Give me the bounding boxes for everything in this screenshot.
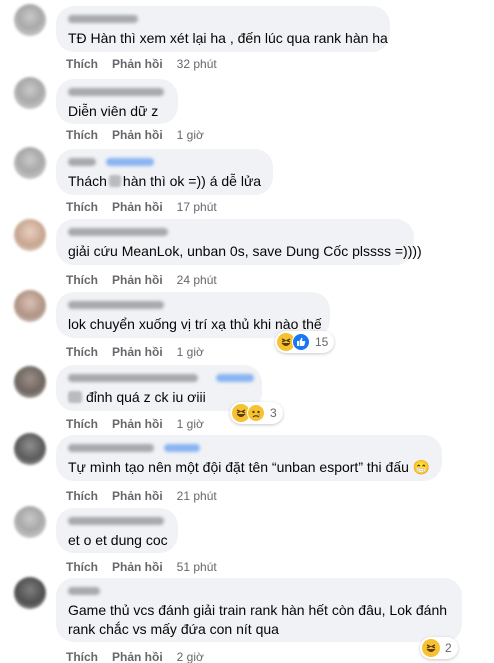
author-name-redacted[interactable] <box>68 87 166 98</box>
like-button[interactable]: Thích <box>66 273 98 287</box>
comment-bubble: Thách hàn thì ok =)) á dễ lửa <box>56 149 273 195</box>
timestamp[interactable]: 51 phút <box>177 560 217 574</box>
author-name-redacted[interactable] <box>68 14 378 25</box>
reaction-count: 15 <box>315 335 329 349</box>
like-reaction-icon <box>292 333 310 351</box>
comment-text: TĐ Hàn thì xem xét lại ha , đến lúc qua … <box>68 30 388 46</box>
comment-bubble: Tự mình tạo nên một đội đặt tên “unban e… <box>56 435 442 481</box>
reply-button[interactable]: Phản hồi <box>112 345 163 359</box>
like-button[interactable]: Thích <box>66 345 98 359</box>
author-name-redacted[interactable] <box>68 227 402 238</box>
author-name-redacted[interactable] <box>68 300 318 311</box>
comment-bubble: giải cứu MeanLok, unban 0s, save Dung Cố… <box>56 219 422 265</box>
comment-text: Diễn viên dữ z <box>68 103 159 119</box>
reaction-count: 2 <box>445 641 452 655</box>
comment-bubble: TĐ Hàn thì xem xét lại ha , đến lúc qua … <box>56 6 390 52</box>
haha-reaction-icon <box>422 639 440 657</box>
redacted-word <box>68 391 82 403</box>
comment-actions: Thích Phản hồi 17 phút <box>66 200 231 214</box>
comment-actions: Thích Phản hồi 1 giờ <box>66 128 218 142</box>
comment-text: Tự mình tạo nên một đội đặt tên “unban e… <box>68 459 431 475</box>
comment-text: giải cứu MeanLok, unban 0s, save Dung Cố… <box>68 243 422 259</box>
avatar[interactable] <box>14 219 46 251</box>
like-button[interactable]: Thích <box>66 128 98 142</box>
like-button[interactable]: Thích <box>66 200 98 214</box>
sad-reaction-icon <box>247 404 265 422</box>
comment-actions: Thích Phản hồi 2 giờ <box>66 650 218 663</box>
reaction-summary[interactable]: 3 <box>230 402 283 424</box>
timestamp[interactable]: 32 phút <box>177 57 217 71</box>
reply-button[interactable]: Phản hồi <box>112 650 163 663</box>
comment-actions: Thích Phản hồi 1 giờ <box>66 417 218 431</box>
comment-text-line-1: Game thủ vcs đánh giải train rank hàn hế… <box>68 602 448 618</box>
comment-actions: Thích Phản hồi 32 phút <box>66 57 231 71</box>
like-button[interactable]: Thích <box>66 560 98 574</box>
comment-text-end: hàn thì ok =)) á dễ lửa <box>122 173 262 189</box>
reaction-summary[interactable]: 2 <box>420 637 458 659</box>
like-button[interactable]: Thích <box>66 650 98 663</box>
reaction-count: 3 <box>270 406 277 420</box>
avatar[interactable] <box>14 577 46 609</box>
avatar[interactable] <box>14 4 46 36</box>
author-name-redacted[interactable] <box>68 443 430 454</box>
author-name-redacted[interactable] <box>68 373 254 384</box>
comment-actions: Thích Phản hồi 21 phút <box>66 489 231 503</box>
author-name-redacted[interactable] <box>68 516 166 527</box>
avatar[interactable] <box>14 433 46 465</box>
comment-bubble: đỉnh quá z ck iu ơiii <box>56 365 262 411</box>
timestamp[interactable]: 17 phút <box>177 200 217 214</box>
avatar[interactable] <box>14 366 46 398</box>
redacted-word <box>108 175 121 187</box>
timestamp[interactable]: 1 giờ <box>177 345 204 359</box>
comment-text-start: Thách <box>68 173 107 189</box>
timestamp[interactable]: 24 phút <box>177 273 217 287</box>
reply-button[interactable]: Phản hồi <box>112 489 163 503</box>
reply-button[interactable]: Phản hồi <box>112 57 163 71</box>
comment-actions: Thích Phản hồi 24 phút <box>66 273 231 287</box>
reaction-summary[interactable]: 15 <box>275 331 335 353</box>
reply-button[interactable]: Phản hồi <box>112 560 163 574</box>
comment-text-body: đỉnh quá z ck iu ơiii <box>86 389 206 405</box>
comment-text: et o et dung coc <box>68 532 168 548</box>
reply-button[interactable]: Phản hồi <box>112 200 163 214</box>
comment-actions: Thích Phản hồi 1 giờ <box>66 345 218 359</box>
avatar[interactable] <box>14 290 46 322</box>
comment-text: Thách hàn thì ok =)) á dễ lửa <box>68 172 261 191</box>
comment-text: đỉnh quá z ck iu ơiii <box>68 388 250 407</box>
comment-bubble: et o et dung coc <box>56 508 178 553</box>
avatar[interactable] <box>14 506 46 538</box>
like-button[interactable]: Thích <box>66 57 98 71</box>
comment-bubble: Game thủ vcs đánh giải train rank hàn hế… <box>56 578 462 642</box>
avatar[interactable] <box>14 77 46 109</box>
comment-text-line-2: rank chắc vs mấy đứa con nít qua <box>68 621 279 637</box>
timestamp[interactable]: 1 giờ <box>177 417 204 431</box>
timestamp[interactable]: 21 phút <box>177 489 217 503</box>
comment-actions: Thích Phản hồi 51 phút <box>66 560 231 574</box>
avatar[interactable] <box>14 147 46 179</box>
timestamp[interactable]: 2 giờ <box>177 650 204 663</box>
comment-bubble: Diễn viên dữ z <box>56 79 178 124</box>
reply-button[interactable]: Phản hồi <box>112 417 163 431</box>
author-name-redacted[interactable] <box>68 157 261 168</box>
author-name-redacted[interactable] <box>68 586 450 597</box>
like-button[interactable]: Thích <box>66 489 98 503</box>
reply-button[interactable]: Phản hồi <box>112 128 163 142</box>
timestamp[interactable]: 1 giờ <box>177 128 204 142</box>
reply-button[interactable]: Phản hồi <box>112 273 163 287</box>
like-button[interactable]: Thích <box>66 417 98 431</box>
